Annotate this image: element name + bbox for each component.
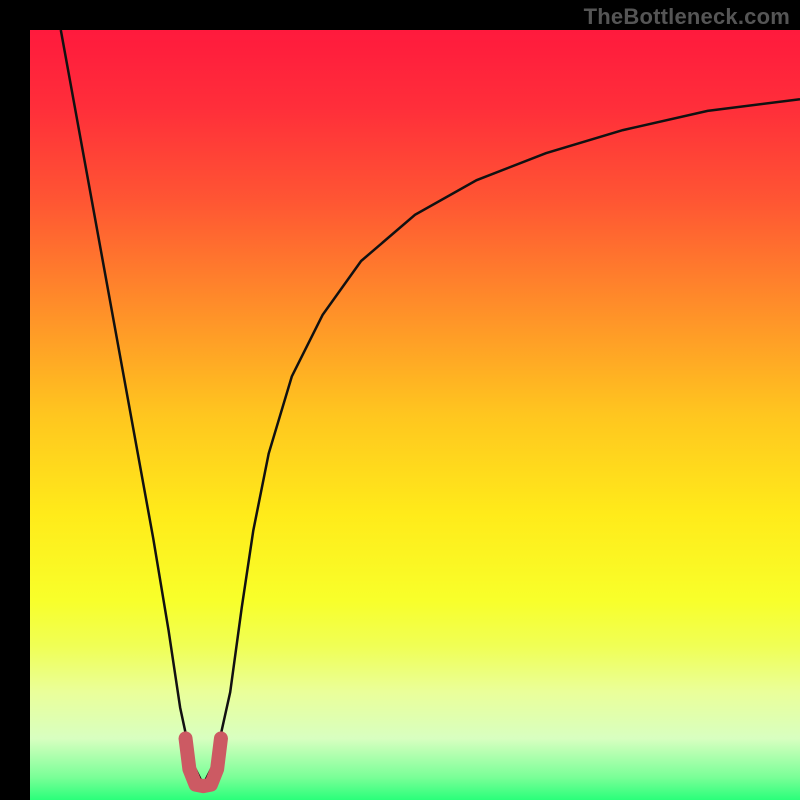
- plot-area: [30, 30, 800, 800]
- bottleneck-chart: [30, 30, 800, 800]
- chart-frame: TheBottleneck.com: [0, 0, 800, 800]
- watermark-label: TheBottleneck.com: [584, 4, 790, 30]
- gradient-background: [30, 30, 800, 800]
